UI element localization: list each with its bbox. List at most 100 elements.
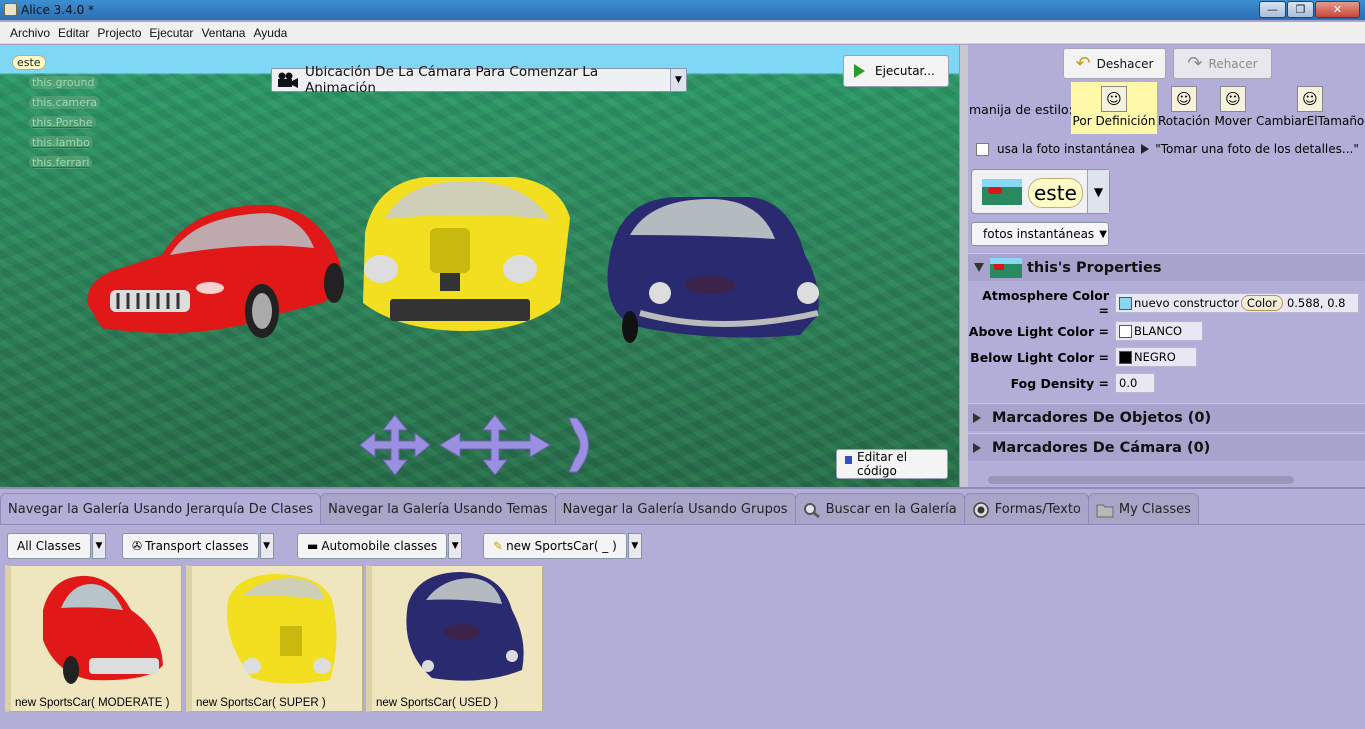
color-green-value[interactable]: 0.8 xyxy=(1327,296,1345,310)
chevron-down-icon: ▼ xyxy=(1099,228,1107,240)
maximize-button[interactable]: ❐ xyxy=(1287,1,1314,18)
breadcrumb-label: new SportsCar( _ ) xyxy=(506,539,617,553)
property-label: Fog Density = xyxy=(1010,375,1109,391)
color-swatch xyxy=(1119,350,1132,364)
magnifier-icon xyxy=(803,502,820,518)
gallery-item-label: new SportsCar( SUPER ) xyxy=(196,697,326,709)
property-fog-density: Fog Density = 0.0 xyxy=(968,371,1365,395)
window-title: Alice 3.4.0 * xyxy=(21,3,95,17)
gallery-item-super[interactable]: new SportsCar( SUPER ) xyxy=(186,565,363,712)
chevron-down-icon[interactable]: ▼ xyxy=(91,533,106,559)
vertical-splitter[interactable] xyxy=(959,45,968,487)
undo-label: Deshacer xyxy=(1096,56,1154,71)
transport-icon: ✇ xyxy=(132,539,143,553)
scene-tree-item-porshe[interactable]: this.Porshe xyxy=(29,116,96,129)
camera-marker-select[interactable]: Ubicación De La Cámara Para Comenzar La … xyxy=(271,64,687,96)
style-option-move[interactable]: ☺ Mover xyxy=(1214,82,1252,134)
triangle-right-icon xyxy=(973,412,981,423)
scene-tree-item-ground[interactable]: this.ground xyxy=(29,76,98,89)
chevron-down-icon[interactable]: ▼ xyxy=(1087,170,1109,213)
chevron-down-icon[interactable]: ▼ xyxy=(627,533,642,559)
move-camera-arrows-icon xyxy=(359,414,589,476)
properties-title: this's Properties xyxy=(1027,259,1162,276)
breadcrumb-label: Transport classes xyxy=(145,539,249,553)
selected-object-select[interactable]: este ▼ xyxy=(971,169,1110,214)
java-app-icon xyxy=(4,3,17,16)
chevron-down-icon[interactable]: ▼ xyxy=(670,69,686,91)
style-option-default[interactable]: ☺ Por Definición xyxy=(1071,82,1157,134)
tab-label: My Classes xyxy=(1118,502,1191,517)
snapshots-button[interactable]: fotos instantáneas ▼ xyxy=(971,222,1109,246)
above-light-color-value[interactable]: BLANCO xyxy=(1115,321,1203,341)
breadcrumb-transport-button[interactable]: ✇ Transport classes xyxy=(122,533,259,559)
triangle-right-icon xyxy=(973,442,981,453)
breadcrumb-automobile-button[interactable]: ▬ Automobile classes xyxy=(297,533,448,559)
style-option-resize[interactable]: ☺ CambiarElTamaño xyxy=(1256,82,1364,134)
snapshots-label: fotos instantáneas xyxy=(983,227,1095,241)
breadcrumb-sportscar-button[interactable]: ✎ new SportsCar( _ ) xyxy=(483,533,627,559)
gallery-item-used[interactable]: new SportsCar( USED ) xyxy=(366,565,543,712)
resize-handle-icon: ☺ xyxy=(1297,86,1323,112)
scene-view[interactable]: este this.ground this.camera this.Porshe… xyxy=(0,45,959,487)
scene-tree-item-lambo[interactable]: this.lambo xyxy=(29,136,93,149)
chevron-down-icon[interactable]: ▼ xyxy=(259,533,274,559)
below-light-color-value[interactable]: NEGRO xyxy=(1115,347,1197,367)
menu-archivo[interactable]: Archivo xyxy=(10,26,50,40)
tab-search[interactable]: Buscar en la Galería xyxy=(794,493,965,525)
breadcrumb-automobile: ▬ Automobile classes ▼ xyxy=(297,533,463,559)
menu-ventana[interactable]: Ventana xyxy=(201,26,245,40)
property-atmosphere-color: Atmosphere Color = nuevo constructor Col… xyxy=(968,288,1365,318)
object-markers-title: Marcadores De Objetos (0) xyxy=(992,409,1212,426)
minimize-button[interactable]: — xyxy=(1259,1,1286,18)
redo-icon: ↷ xyxy=(1187,53,1203,74)
scene-tree-item-ferrari[interactable]: this.ferrari xyxy=(29,156,93,169)
movie-camera-icon xyxy=(278,72,298,88)
color-type-tag[interactable]: Color xyxy=(1240,295,1283,311)
menu-editar[interactable]: Editar xyxy=(58,26,89,40)
tab-class-hierarchy[interactable]: Navegar la Galería Usando Jerarquía De C… xyxy=(0,493,322,525)
yellow-sports-car[interactable] xyxy=(355,173,575,335)
tab-groups[interactable]: Navegar la Galería Usando Grupos xyxy=(554,493,796,525)
edit-code-label: Editar el código xyxy=(857,450,908,478)
gallery-item-moderate[interactable]: new SportsCar( MODERATE ) xyxy=(5,565,182,712)
atmosphere-color-value[interactable]: nuevo constructor Color 0.588 , 0.8 xyxy=(1115,293,1359,313)
tab-my-classes[interactable]: My Classes xyxy=(1087,493,1199,525)
color-red-value[interactable]: 0.588 xyxy=(1287,296,1320,310)
camera-navigation-controls[interactable] xyxy=(355,410,605,480)
run-button[interactable]: Ejecutar... xyxy=(843,55,949,87)
menu-ejecutar[interactable]: Ejecutar xyxy=(149,26,193,40)
gallery-tabs: Navegar la Galería Usando Jerarquía De C… xyxy=(0,493,1199,525)
triangle-down-icon xyxy=(974,263,984,272)
style-option-rotation[interactable]: ☺ Rotación xyxy=(1158,82,1210,134)
breadcrumb-all-classes-button[interactable]: All Classes xyxy=(7,533,91,559)
gallery-panel: Navegar la Galería Usando Jerarquía De C… xyxy=(0,487,1365,729)
fog-density-value[interactable]: 0.0 xyxy=(1115,373,1155,393)
color-name: BLANCO xyxy=(1134,324,1183,338)
use-snapshot-checkbox[interactable] xyxy=(976,142,989,156)
close-button[interactable]: ✕ xyxy=(1315,1,1360,18)
default-handle-icon: ☺ xyxy=(1101,86,1127,112)
edit-code-button[interactable]: Editar el código xyxy=(836,449,948,479)
style-option-label: Mover xyxy=(1214,114,1252,128)
camera-markers-section-header[interactable]: Marcadores De Cámara (0) xyxy=(968,433,1365,461)
menu-ayuda[interactable]: Ayuda xyxy=(253,26,287,40)
tab-label: Formas/Texto xyxy=(994,502,1081,517)
scene-tree-root[interactable]: este xyxy=(12,55,46,70)
properties-section-header[interactable]: this's Properties xyxy=(968,253,1365,281)
object-markers-section-header[interactable]: Marcadores De Objetos (0) xyxy=(968,403,1365,431)
yellow-car-thumbnail xyxy=(227,574,337,684)
tab-shapes-text[interactable]: Formas/Texto xyxy=(963,493,1089,525)
scene-tree-item-camera[interactable]: this.camera xyxy=(29,96,101,109)
undo-button[interactable]: ↶ Deshacer xyxy=(1063,48,1166,79)
horizontal-scrollbar[interactable] xyxy=(988,476,1294,484)
redo-button[interactable]: ↷ Rehacer xyxy=(1173,48,1272,79)
menu-bar: Archivo Editar Projecto Ejecutar Ventana… xyxy=(0,22,1365,44)
tab-themes[interactable]: Navegar la Galería Usando Temas xyxy=(320,493,556,525)
red-sports-car[interactable] xyxy=(82,193,347,343)
blue-sports-car[interactable] xyxy=(600,195,825,345)
chevron-down-icon[interactable]: ▼ xyxy=(448,533,463,559)
blue-car-thumbnail xyxy=(406,572,524,681)
use-snapshot-label: usa la foto instantánea xyxy=(997,142,1136,156)
menu-projecto[interactable]: Projecto xyxy=(97,26,141,40)
undo-icon: ↶ xyxy=(1075,53,1091,74)
